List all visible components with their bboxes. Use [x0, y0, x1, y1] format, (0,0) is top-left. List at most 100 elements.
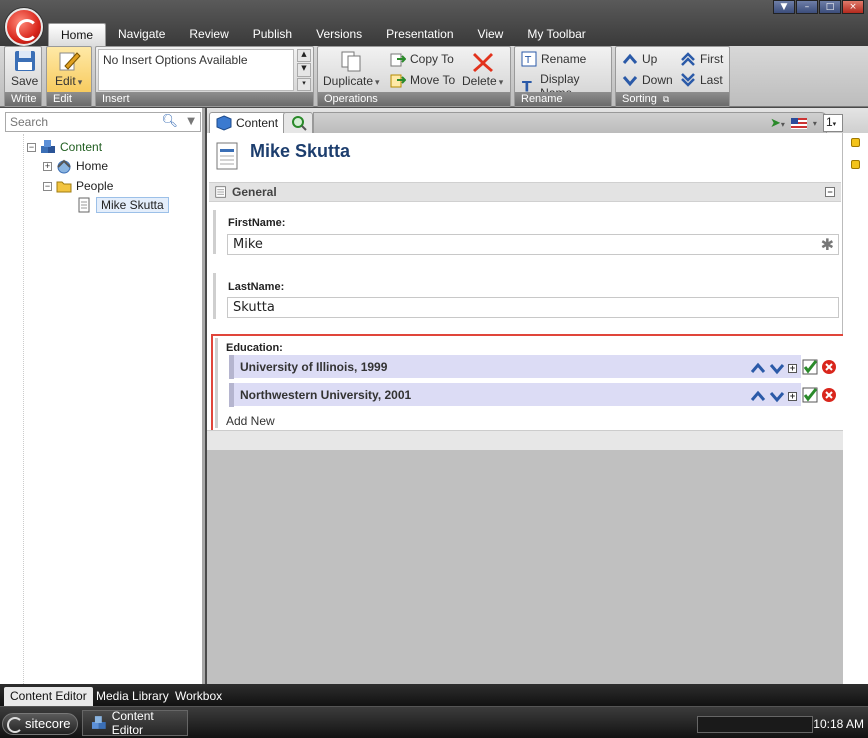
education-row[interactable]: Northwestern University, 2001 +: [229, 382, 801, 407]
move-down-icon[interactable]: [769, 388, 785, 404]
copy-to-button[interactable]: Copy To: [390, 51, 454, 67]
tree-item-home[interactable]: + Home: [43, 157, 108, 175]
tab-view[interactable]: View: [466, 23, 516, 46]
remove-x-icon[interactable]: [821, 387, 837, 403]
tab-add[interactable]: [283, 112, 313, 133]
navigate-arrow-icon[interactable]: ➤▾: [770, 116, 785, 131]
section-header-general[interactable]: General −: [209, 182, 841, 202]
collapse-toggle-icon[interactable]: −: [27, 142, 36, 152]
taskbar-item-label: Content Editor: [111, 709, 154, 737]
field-marker: [213, 273, 216, 319]
tab-content-label: Content: [236, 116, 279, 130]
edit-label: Edit: [55, 74, 82, 88]
language-flag-icon[interactable]: [790, 117, 807, 129]
tree-item-label: Content: [60, 140, 103, 154]
group-operations: Duplicate Copy To Move To Delete Operati…: [317, 46, 511, 107]
search-options-chevron-down-icon[interactable]: ▼: [187, 116, 195, 127]
tree-item-people[interactable]: − People: [43, 177, 113, 195]
move-to-label: Move To: [410, 73, 456, 87]
tree-guide-line: [23, 134, 24, 684]
delete-label: Delete: [462, 74, 503, 88]
delete-button[interactable]: Delete: [462, 50, 503, 88]
group-label-sorting: Sorting ⧉: [616, 92, 729, 106]
validation-marker-icon[interactable]: [851, 138, 860, 147]
tree-item-mike-skutta[interactable]: Mike Skutta: [76, 196, 169, 214]
group-write: Save Write: [4, 46, 42, 107]
remove-x-icon[interactable]: [821, 359, 837, 375]
content-editor-pane: Content ➤▾ ▾ 1▾ Mike Skutta General − Fi…: [207, 108, 868, 684]
first-name-field[interactable]: Mike ✱: [227, 234, 839, 255]
rename-label: Rename: [541, 52, 587, 66]
version-selector[interactable]: 1▾: [822, 114, 843, 132]
menu-dropdown-button[interactable]: ▼: [773, 0, 795, 14]
validation-marker-icon[interactable]: [851, 160, 860, 169]
education-row-text: Northwestern University, 2001: [240, 388, 412, 402]
edit-button[interactable]: Edit: [55, 50, 82, 88]
tab-content[interactable]: Content: [209, 112, 288, 133]
application-tabs: Content Editor Media Library Workbox: [0, 684, 868, 706]
expand-icon[interactable]: +: [788, 363, 797, 373]
education-row[interactable]: University of Illinois, 1999 +: [229, 354, 801, 379]
content-cube-icon: [216, 115, 232, 131]
section-collapse-icon[interactable]: −: [825, 187, 835, 197]
move-down-icon[interactable]: [769, 360, 785, 376]
move-to-button[interactable]: Move To: [390, 72, 455, 88]
search-icon[interactable]: 🔍︎: [161, 114, 178, 129]
app-tab-media-library[interactable]: Media Library: [90, 687, 175, 706]
tree-item-label: People: [76, 179, 114, 193]
education-row-actions: [802, 387, 837, 403]
scroll-more-icon[interactable]: ▾: [297, 77, 311, 91]
tab-review[interactable]: Review: [177, 23, 240, 46]
start-button[interactable]: sitecore: [2, 713, 78, 735]
move-up-icon[interactable]: [750, 388, 766, 404]
title-bar: ▼ – □ × Home Navigate Review Publish Ver…: [0, 0, 868, 46]
app-tab-content-editor[interactable]: Content Editor: [4, 687, 93, 706]
close-button[interactable]: ×: [842, 0, 864, 14]
rename-button[interactable]: T Rename: [521, 51, 586, 67]
empty-editor-area: [207, 450, 843, 684]
sort-up-button[interactable]: Up: [622, 51, 657, 67]
expand-icon[interactable]: +: [788, 391, 797, 401]
maximize-button[interactable]: □: [819, 0, 841, 14]
sorting-options-icon[interactable]: ⧉: [663, 94, 669, 104]
required-asterisk-icon: ✱: [820, 235, 834, 254]
insert-options-list: No Insert Options Available: [98, 49, 294, 91]
tab-my-toolbar[interactable]: My Toolbar: [515, 23, 597, 46]
group-insert: No Insert Options Available ▲ ▼ ▾ Insert: [95, 46, 314, 107]
sort-down-button[interactable]: Down: [622, 72, 673, 88]
scroll-up-icon[interactable]: ▲: [297, 49, 311, 63]
tree-item-content[interactable]: − Content: [27, 138, 102, 156]
content-tree-pane: 🔍︎ ▼ − Content + Home − People Mike Skut…: [0, 108, 205, 684]
collapse-toggle-icon[interactable]: −: [43, 181, 52, 191]
expand-toggle-icon[interactable]: +: [43, 161, 52, 171]
add-new-link[interactable]: Add New: [226, 414, 275, 428]
duplicate-button[interactable]: Duplicate: [323, 50, 380, 88]
move-up-icon[interactable]: [750, 360, 766, 376]
education-label: Education:: [226, 342, 283, 354]
app-tab-workbox[interactable]: Workbox: [169, 687, 228, 706]
search-input[interactable]: [6, 113, 156, 131]
tab-home[interactable]: Home: [48, 23, 107, 46]
tab-versions[interactable]: Versions: [304, 23, 374, 46]
save-button[interactable]: Save: [11, 50, 38, 88]
delete-x-icon: [472, 53, 493, 72]
taskbar-item-content-editor[interactable]: Content Editor: [82, 709, 188, 737]
tab-publish[interactable]: Publish: [241, 23, 304, 46]
tab-presentation[interactable]: Presentation: [374, 23, 465, 46]
sort-last-button[interactable]: Last: [680, 72, 723, 88]
insert-scroller[interactable]: ▲ ▼ ▾: [297, 49, 311, 91]
last-name-field[interactable]: Skutta: [227, 297, 839, 318]
approve-check-icon[interactable]: [802, 387, 818, 403]
approve-check-icon[interactable]: [802, 359, 818, 375]
save-label: Save: [11, 74, 39, 88]
tab-navigate[interactable]: Navigate: [106, 23, 177, 46]
first-name-label: FirstName:: [228, 217, 286, 229]
language-chevron-down-icon[interactable]: ▾: [813, 119, 817, 128]
taskbar: sitecore Content Editor 10:18 AM: [0, 706, 868, 738]
sort-first-button[interactable]: First: [680, 51, 723, 67]
scroll-down-icon[interactable]: ▼: [297, 63, 311, 77]
minimize-button[interactable]: –: [796, 0, 818, 14]
education-row-actions: [802, 359, 837, 375]
editor-footer: [207, 430, 843, 450]
sitecore-logo-icon[interactable]: [5, 8, 43, 46]
